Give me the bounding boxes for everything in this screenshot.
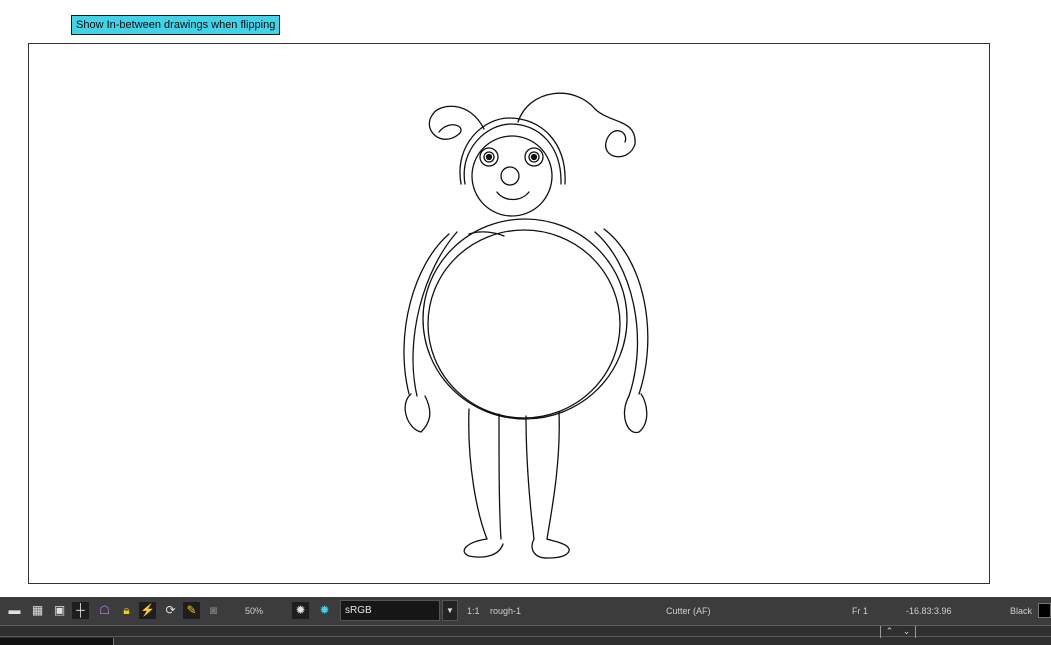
quick-flip-icon[interactable]: ⚡ — [139, 602, 156, 619]
onion-skin-icon[interactable]: ┼ — [72, 602, 89, 619]
paint-icon[interactable]: ✎ — [183, 602, 200, 619]
settings-gear-icon[interactable]: ✹ — [292, 602, 309, 619]
chevron-down-icon[interactable]: ⌄ — [903, 626, 911, 638]
color-gear-icon[interactable]: ✹ — [316, 602, 333, 619]
color-profile-select[interactable]: sRGB — [340, 600, 440, 621]
app-window: Show In-between drawings when flipping ▬… — [0, 0, 1051, 645]
drawing-name: rough-1 — [490, 606, 522, 616]
single-view-icon[interactable]: ▬ — [6, 602, 23, 619]
lock-icon[interactable]: 🔒︎ — [118, 602, 135, 619]
navigation-arrows[interactable]: ⌃ ⌄ — [880, 626, 916, 638]
current-tool: Cutter (AF) — [666, 606, 711, 616]
color-swatch[interactable] — [1038, 603, 1051, 618]
frame-indicator: Fr 1 — [852, 606, 869, 616]
safe-area-icon[interactable]: ▣ — [51, 602, 68, 619]
cursor-coordinates: -16.83:3.96 — [906, 606, 952, 616]
chevron-up-icon[interactable]: ⌃ — [886, 626, 894, 638]
rotate-view-icon[interactable]: ⟳ — [162, 602, 179, 619]
ratio-label: 1:1 — [467, 606, 480, 616]
chevron-down-icon[interactable]: ▼ — [442, 600, 458, 621]
light-table-icon[interactable]: ☖ — [96, 602, 113, 619]
inbetween-flip-tooltip: Show In-between drawings when flipping — [71, 15, 281, 35]
timeline-panel[interactable] — [0, 638, 114, 645]
camera-icon[interactable]: ◙ — [205, 602, 222, 619]
viewer-status-bar: ▬ ▦ ▣ ┼ ☖ 🔒︎ ⚡ ⟳ ✎ ◙ 50% ✹ ✹ sRGB ▼ 1:1 … — [0, 597, 1051, 625]
character-sketch — [403, 92, 649, 559]
zoom-level[interactable]: 50% — [245, 605, 263, 617]
grid-view-icon[interactable]: ▦ — [29, 602, 46, 619]
color-name: Black — [1010, 606, 1033, 616]
drawing-canvas[interactable] — [28, 43, 990, 584]
